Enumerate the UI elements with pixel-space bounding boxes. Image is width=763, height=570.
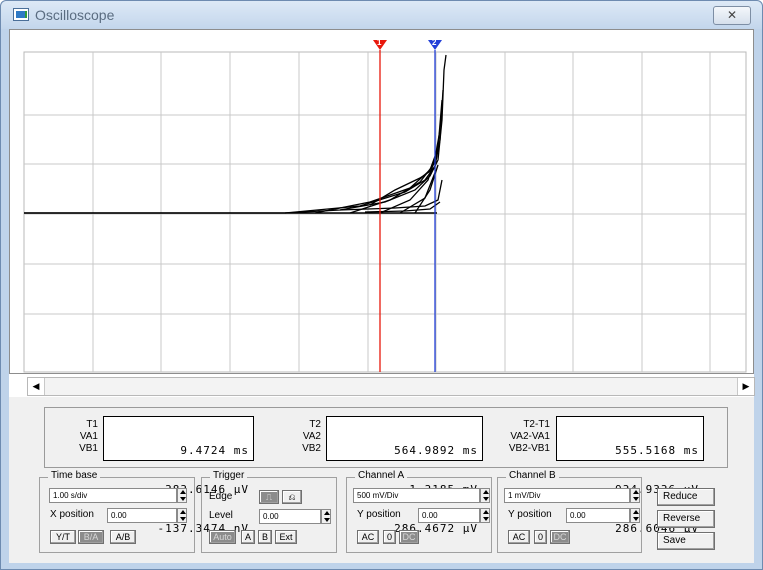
title-bar: Oscilloscope ✕ xyxy=(1,1,762,29)
trigger-b-button[interactable]: B xyxy=(258,530,272,544)
t2-values: 564.9892 ms 1.3185 mV 286.4672 µV xyxy=(326,416,483,535)
trigger-ext-button[interactable]: Ext xyxy=(275,530,297,544)
channel-a-zero-button[interactable]: 0 xyxy=(383,530,396,544)
t1-labels: T1 VA1 VB1 xyxy=(79,419,98,454)
scroll-right-icon: ▶ xyxy=(742,381,750,391)
level-spinner[interactable] xyxy=(321,509,331,524)
mode-yt-button[interactable]: Y/T xyxy=(50,530,76,544)
channel-a-scale-spinner[interactable] xyxy=(480,488,490,503)
cursor-t2-handle[interactable]: 2 xyxy=(428,38,442,51)
cursor-t1-handle[interactable]: 1 xyxy=(373,38,387,51)
trace-a xyxy=(24,54,447,214)
level-label: Level xyxy=(209,510,233,521)
level-field[interactable]: 0.00 xyxy=(259,509,321,524)
channel-b-scale-field[interactable]: 1 mV/Div xyxy=(504,488,630,503)
oscilloscope-app-icon xyxy=(13,8,29,21)
timebase-group: Time base 1.00 s/div X position 0.00 Y/T… xyxy=(39,470,195,553)
horizontal-scrollbar[interactable]: ◀ ▶ xyxy=(27,377,755,396)
t1-values: 9.4724 ms 383.6146 µV -137.3474 nV xyxy=(103,416,254,535)
scroll-left-icon: ◀ xyxy=(32,381,40,391)
rising-edge-icon: ⎍ xyxy=(265,492,273,502)
edge-rising-button[interactable]: ⎍ xyxy=(259,490,279,504)
falling-edge-icon: ⎌ xyxy=(288,492,296,502)
diff-values: 555.5168 ms 934.9336 µV 286.6046 µV xyxy=(556,416,704,535)
channel-a-group: Channel A 500 mV/Div Y position 0.00 AC … xyxy=(346,470,492,553)
xpos-label: X position xyxy=(50,509,94,520)
save-button[interactable]: Save xyxy=(657,532,715,550)
cursor-readouts: T1 VA1 VB1 9.4724 ms 383.6146 µV -137.34… xyxy=(44,407,728,535)
channel-b-ac-button[interactable]: AC xyxy=(508,530,530,544)
channel-b-ypos-label: Y position xyxy=(508,509,552,520)
channel-b-dc-button[interactable]: DC xyxy=(550,530,570,544)
channel-a-scale-field[interactable]: 500 mV/Div xyxy=(353,488,480,503)
scope-graph xyxy=(23,50,747,373)
scroll-right-button[interactable]: ▶ xyxy=(737,378,754,395)
timebase-title: Time base xyxy=(48,470,101,481)
channel-b-ypos-field[interactable]: 0.00 xyxy=(566,508,630,523)
channel-b-ypos-spinner[interactable] xyxy=(630,508,640,523)
reverse-button[interactable]: Reverse xyxy=(657,510,715,528)
reduce-button[interactable]: Reduce xyxy=(657,488,715,506)
edge-falling-button[interactable]: ⎌ xyxy=(282,490,302,504)
trigger-auto-button[interactable]: Auto xyxy=(209,530,236,544)
window-title: Oscilloscope xyxy=(35,7,115,23)
close-button[interactable]: ✕ xyxy=(713,6,751,25)
oscilloscope-window: Oscilloscope ✕ 1 2 ◀ ▶ T1 VA1 VB1 9.4724… xyxy=(0,0,763,570)
channel-a-title: Channel A xyxy=(355,470,408,481)
trigger-group: Trigger Edge ⎍ ⎌ Level 0.00 Auto A B Ext xyxy=(201,470,337,553)
channel-a-ypos-spinner[interactable] xyxy=(480,508,490,523)
close-icon: ✕ xyxy=(726,8,738,22)
mode-ab-button[interactable]: A/B xyxy=(110,530,136,544)
xpos-field[interactable]: 0.00 xyxy=(107,508,177,523)
channel-a-ypos-label: Y position xyxy=(357,509,401,520)
scroll-left-button[interactable]: ◀ xyxy=(28,378,45,395)
xpos-spinner[interactable] xyxy=(177,508,187,523)
cursor-t2-label: 2 xyxy=(432,38,437,47)
trigger-a-button[interactable]: A xyxy=(241,530,255,544)
timebase-scale-spinner[interactable] xyxy=(177,488,187,503)
channel-a-ypos-field[interactable]: 0.00 xyxy=(418,508,480,523)
channel-b-zero-button[interactable]: 0 xyxy=(534,530,547,544)
mode-ba-button[interactable]: B/A xyxy=(78,530,104,544)
timebase-scale-field[interactable]: 1.00 s/div xyxy=(49,488,177,503)
diff-labels: T2-T1 VA2-VA1 VB2-VB1 xyxy=(508,419,550,454)
channel-b-group: Channel B 1 mV/Div Y position 0.00 AC 0 … xyxy=(497,470,642,553)
t2-labels: T2 VA2 VB2 xyxy=(302,419,321,454)
edge-label: Edge xyxy=(209,491,233,502)
channel-a-dc-button[interactable]: DC xyxy=(399,530,419,544)
channel-a-ac-button[interactable]: AC xyxy=(357,530,379,544)
trigger-title: Trigger xyxy=(210,470,248,481)
client-area: 1 2 ◀ ▶ T1 VA1 VB1 9.4724 ms 383.6146 µV… xyxy=(9,29,755,563)
channel-b-title: Channel B xyxy=(506,470,559,481)
scope-display: 1 2 xyxy=(9,29,754,374)
channel-b-scale-spinner[interactable] xyxy=(630,488,640,503)
cursor-t1-label: 1 xyxy=(377,38,382,47)
